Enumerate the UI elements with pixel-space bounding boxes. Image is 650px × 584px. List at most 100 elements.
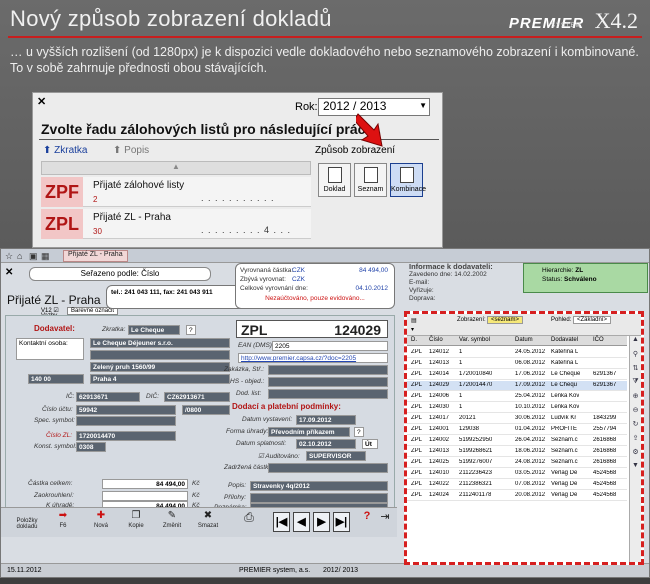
forma-uhrady-field[interactable]: Převodním příkazem (268, 427, 350, 437)
col-header[interactable]: IČO (593, 337, 604, 343)
list-item[interactable]: ZPL Přijaté ZL - Praha 30 . . . . . . . … (41, 209, 311, 239)
weekday-button[interactable]: Út (362, 439, 378, 449)
star-icon[interactable]: ☆ (5, 251, 13, 262)
table-row[interactable]: ZPL 124002 5199252950 26.04.2012 Seznam.c 261… (407, 436, 627, 446)
table-row[interactable]: ZPL 124022 2112386321 07.08.2012 Verlag De 45… (407, 480, 627, 490)
copy-button[interactable]: ❐ Kopie (121, 510, 151, 536)
auditovano-checkbox[interactable]: ☑ Auditováno: (258, 452, 300, 460)
list-scroll-up[interactable]: ▲ (41, 161, 311, 175)
grid-icon[interactable]: ▦ (41, 251, 50, 262)
delete-button[interactable]: ✖ Smazat (193, 510, 223, 536)
zaokrouhleni-field (102, 491, 188, 501)
scroll-down-icon[interactable]: ▼ (630, 462, 641, 476)
dic-field[interactable]: CZ62913671 (164, 392, 230, 402)
col-header[interactable]: Datum (515, 337, 533, 343)
help-button[interactable]: ? (186, 325, 196, 335)
search-icon[interactable]: ⚲ (630, 350, 641, 364)
pohled-select[interactable]: <Základní> (573, 316, 612, 324)
table-row[interactable]: ZPL 124012 1 24.05.2012 Kateřina L (407, 348, 627, 358)
zakazka-field[interactable] (268, 365, 388, 375)
doklad-view-button[interactable]: Doklad (318, 163, 351, 197)
popis-field[interactable]: Stravenky 4q/2012 (250, 481, 388, 491)
table-row[interactable]: ZPL 124014 1720010840 17.06.2012 Le Cheque 62… (407, 370, 627, 380)
close-icon[interactable]: ✕ (5, 267, 13, 278)
ic-field[interactable]: 62913671 (76, 392, 140, 402)
next-record-button[interactable]: ▶ (313, 512, 330, 532)
table-row[interactable]: ZPL 124006 1 25.04.2012 Lenka Kov (407, 392, 627, 402)
dodlist-field[interactable] (268, 389, 388, 399)
edit-button[interactable]: ✎ Změnit (157, 510, 187, 536)
kombinace-view-button[interactable]: Kombinace (390, 163, 426, 197)
help-icon[interactable]: ? (359, 510, 375, 536)
settlement-bubble: Vyrovnaná částka: CZK 84 494,00 Zbývá vy… (235, 263, 395, 309)
ucet-field[interactable]: 59942 (76, 405, 176, 415)
close-icon[interactable]: ✕ (37, 95, 46, 108)
export-icon[interactable]: ⇪ (630, 434, 641, 448)
mesto-field[interactable]: Praha 4 (90, 374, 230, 384)
home-icon[interactable]: ⌂ (17, 251, 22, 261)
col-header[interactable]: Dodavatel (551, 337, 578, 343)
list-item[interactable]: ZPF Přijaté zálohové listy 2 . . . . . .… (41, 177, 311, 207)
filter-icon[interactable]: ⧩ (630, 378, 641, 392)
table-row[interactable]: ZPL 124010 2112236423 03.05.2012 Verlag De 45… (407, 469, 627, 479)
refresh-icon[interactable]: ↻ (630, 420, 641, 434)
scroll-up-icon[interactable]: ▲ (630, 336, 641, 350)
table-row[interactable]: ZPL 124025 5199276007 24.08.2012 Seznam.c 261… (407, 458, 627, 468)
popis-label: Popis: (228, 482, 247, 489)
print-button[interactable]: ⎙ (239, 510, 259, 536)
ean-field[interactable]: 2205 (272, 341, 388, 351)
cislo-zl-field[interactable]: 1720014470 (76, 431, 176, 441)
zoom-in-icon[interactable]: ⊕ (630, 392, 641, 406)
banka-field[interactable]: /0800 (182, 405, 230, 415)
psc-field[interactable]: 140 00 (28, 374, 84, 384)
button-label: Nová (93, 523, 108, 529)
grid-menu-icon[interactable]: ▤ (411, 317, 417, 324)
zoom-out-icon[interactable]: ⊖ (630, 406, 641, 420)
window-icon[interactable]: ▣ (29, 251, 38, 262)
first-record-button[interactable]: |◀ (273, 512, 290, 532)
prilohy-field[interactable] (250, 493, 388, 503)
col-header[interactable]: Var. symbol (459, 337, 490, 343)
table-row[interactable]: ZPL 124013 1 06.08.2012 Kateřina L (407, 359, 627, 369)
settings-icon[interactable]: ⚙ (630, 448, 641, 462)
ulice-field[interactable]: Zelený pruh 1560/99 (90, 362, 230, 372)
filter-icon[interactable]: ▾ (411, 326, 414, 333)
col-header[interactable]: Číslo (429, 337, 443, 343)
kontaktni-osoba-field[interactable]: Kontaktní osoba: (16, 338, 84, 360)
firma-line2-field[interactable] (90, 350, 230, 360)
logo-sub: SYSTEM (550, 23, 582, 29)
table-row[interactable]: ZPL 124017 20121 30.06.2012 Ludvík Kr 1843299 (407, 414, 627, 424)
table-cell: 2112401178 (459, 492, 492, 498)
table-row[interactable]: ZPL 124024 2112401178 20.08.2012 Verlag De 45… (407, 491, 627, 501)
table-cell: ZPL (411, 349, 423, 355)
tab-popis[interactable]: ⬆ Popis (113, 145, 149, 156)
table-row[interactable]: ZPL 124030 1 10.10.2012 Lenka Kov (407, 403, 627, 413)
auditovano-field[interactable]: SUPERVISOR (306, 451, 366, 461)
table-row[interactable]: ZPL 124013 5199268621 18.06.2012 Seznam.c 261… (407, 447, 627, 457)
last-record-button[interactable]: ▶| (333, 512, 350, 532)
spec-symbol-field[interactable] (76, 416, 176, 426)
prev-record-button[interactable]: ◀ (293, 512, 310, 532)
firma-field[interactable]: Le Cheque Déjeuner s.r.o. (90, 338, 230, 348)
new-button[interactable]: ✚ Nová (87, 510, 115, 536)
table-cell: ZPL (411, 404, 423, 410)
table-row[interactable]: ZPL 124029 1720014470 17.09.2012 Le Chequ 629… (407, 381, 627, 391)
tab-document[interactable]: Přijaté ZL - Praha (63, 250, 128, 262)
splatnost-field[interactable]: 02.10.2012 (296, 439, 356, 449)
col-header[interactable]: D. (411, 337, 417, 343)
zkratka-field[interactable]: Le Cheque (128, 325, 180, 335)
tab-zkratka[interactable]: ⬆ Zkratka (43, 145, 88, 156)
seznam-view-button[interactable]: Seznam (354, 163, 387, 197)
sort-icon[interactable]: ⇅ (630, 364, 641, 378)
zobrazeni-select[interactable]: <seznam> (487, 316, 524, 324)
polozky-button[interactable]: Položky dokladu (7, 510, 47, 536)
datum-vystaveni-field[interactable]: 17.09.2012 (296, 415, 356, 425)
help-button[interactable]: ? (354, 427, 364, 437)
f6-button[interactable]: ➡ F6 (49, 510, 77, 536)
konst-symbol-field[interactable]: 0308 (76, 442, 106, 452)
web-link[interactable]: http://www.premier.capsa.cz/?doc=2205 (238, 353, 388, 363)
exit-icon[interactable]: ⇥ (377, 510, 393, 536)
hs-field[interactable] (268, 377, 388, 387)
zadrzena-field[interactable] (268, 463, 388, 473)
table-row[interactable]: ZPL 124001 129038 01.04.2012 PROFITE 2557794 (407, 425, 627, 435)
